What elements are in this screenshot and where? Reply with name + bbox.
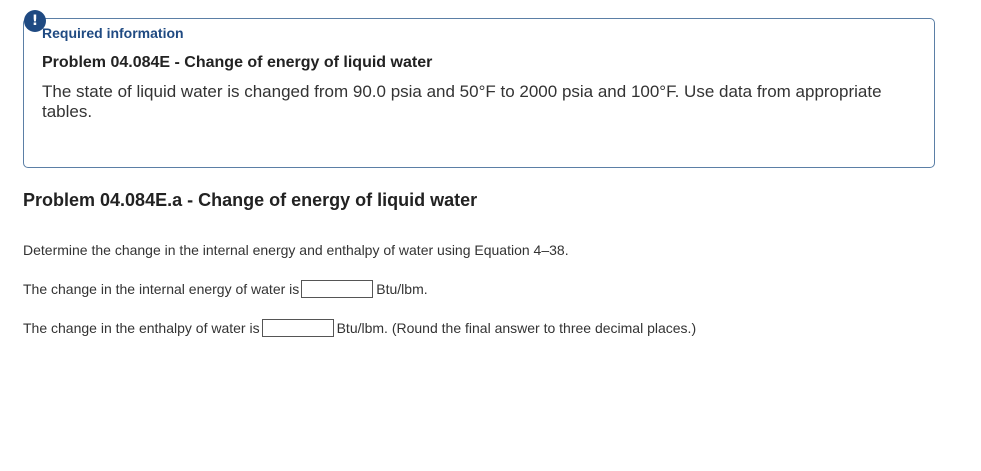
problem-statement: The state of liquid water is changed fro… xyxy=(42,82,882,121)
enthalpy-prompt: The change in the enthalpy of water is xyxy=(23,320,260,336)
problem-subtitle: Problem 04.084E - Change of energy of li… xyxy=(42,54,433,71)
required-information-heading: Required information xyxy=(42,25,184,41)
enthalpy-answer-row: The change in the enthalpy of water is B… xyxy=(23,318,696,338)
internal-energy-unit: Btu/lbm. xyxy=(376,281,428,297)
enthalpy-unit: Btu/lbm. (Round the final answer to thre… xyxy=(336,320,697,336)
internal-energy-input[interactable] xyxy=(301,280,374,298)
internal-energy-prompt: The change in the internal energy of wat… xyxy=(23,281,300,297)
enthalpy-input[interactable] xyxy=(261,319,334,337)
part-title: Problem 04.084E.a - Change of energy of … xyxy=(23,190,478,210)
internal-energy-answer-row: The change in the internal energy of wat… xyxy=(23,279,428,299)
instruction-text: Determine the change in the internal ene… xyxy=(23,242,569,258)
